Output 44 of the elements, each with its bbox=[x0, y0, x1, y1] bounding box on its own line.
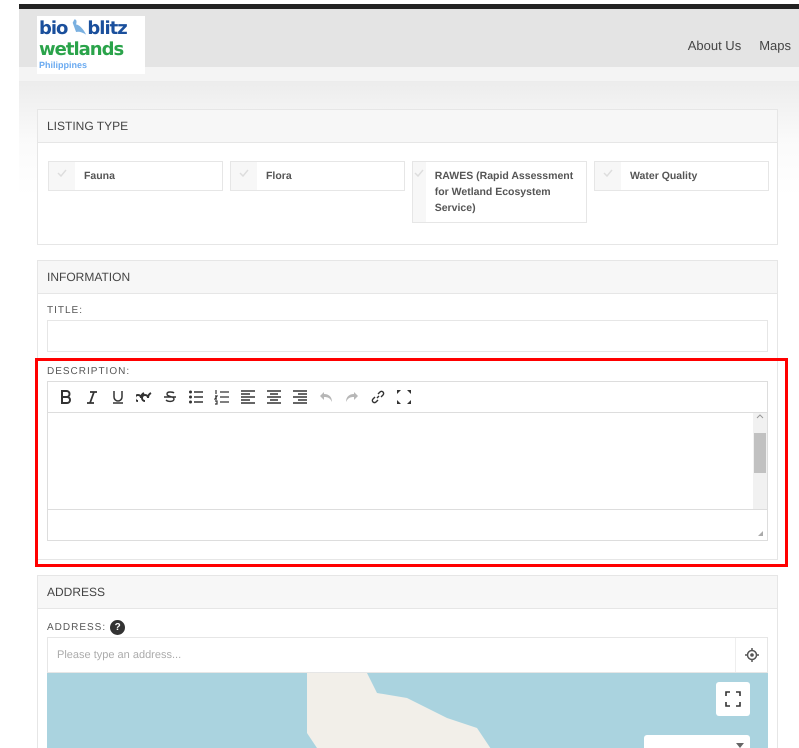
italic-icon bbox=[84, 389, 100, 405]
bird-icon bbox=[71, 17, 87, 37]
checkbox-option[interactable]: Fauna bbox=[48, 161, 223, 191]
fullscreen-icon bbox=[396, 389, 412, 405]
option-label: Fauna bbox=[83, 169, 116, 184]
logo-text: wetlands bbox=[39, 39, 124, 60]
strike-icon bbox=[162, 389, 178, 405]
target-icon bbox=[744, 648, 758, 662]
link-icon bbox=[370, 389, 386, 405]
bold-icon bbox=[58, 389, 74, 405]
numbers-icon bbox=[214, 389, 230, 405]
fullscreen-icon bbox=[725, 691, 741, 707]
field-label: TITLE: bbox=[47, 305, 84, 316]
logo-text: blitz bbox=[87, 18, 127, 39]
checkbox-option[interactable]: Water Quality bbox=[594, 161, 769, 191]
align-right-icon bbox=[292, 389, 308, 405]
logo-text: bio bbox=[39, 18, 68, 39]
option-label: Water Quality bbox=[629, 169, 698, 184]
section-title: INFORMATION bbox=[47, 270, 130, 284]
field-label: ADDRESS: bbox=[47, 622, 106, 634]
nav-link[interactable]: About Us bbox=[688, 38, 742, 52]
underline-icon bbox=[110, 389, 126, 405]
logo-subtitle: Philippines bbox=[39, 60, 88, 70]
align-center-icon bbox=[266, 389, 282, 405]
nav-link[interactable]: Maps bbox=[759, 38, 791, 52]
checkbox-option[interactable]: Flora bbox=[230, 161, 405, 191]
field-label: DESCRIPTION: bbox=[47, 366, 132, 377]
numbers-button[interactable] bbox=[212, 387, 232, 407]
checkbox-option[interactable]: RAWES (Rapid Assessment for Wetland Ecosystem Service) bbox=[412, 161, 587, 223]
bullets-icon bbox=[188, 389, 204, 405]
fullscreen-button[interactable] bbox=[716, 682, 750, 716]
section-title: ADDRESS bbox=[47, 585, 106, 599]
up-caret-icon bbox=[756, 413, 764, 419]
option-label: Flora bbox=[265, 169, 293, 184]
title-input[interactable] bbox=[47, 320, 768, 352]
help-badge[interactable]: ? bbox=[110, 620, 126, 635]
scrollbar[interactable] bbox=[753, 413, 767, 509]
site-logo[interactable]: bio blitz wetlands Philippines bbox=[37, 16, 145, 74]
caret-icon bbox=[736, 742, 744, 748]
resize-grip-icon[interactable] bbox=[757, 530, 764, 537]
option-label: RAWES (Rapid Assessment for Wetland Ecosystem Service) bbox=[434, 169, 574, 216]
align-left-icon bbox=[240, 389, 256, 405]
fullscreen-button[interactable] bbox=[394, 387, 414, 407]
section-title: LISTING TYPE bbox=[47, 119, 128, 133]
